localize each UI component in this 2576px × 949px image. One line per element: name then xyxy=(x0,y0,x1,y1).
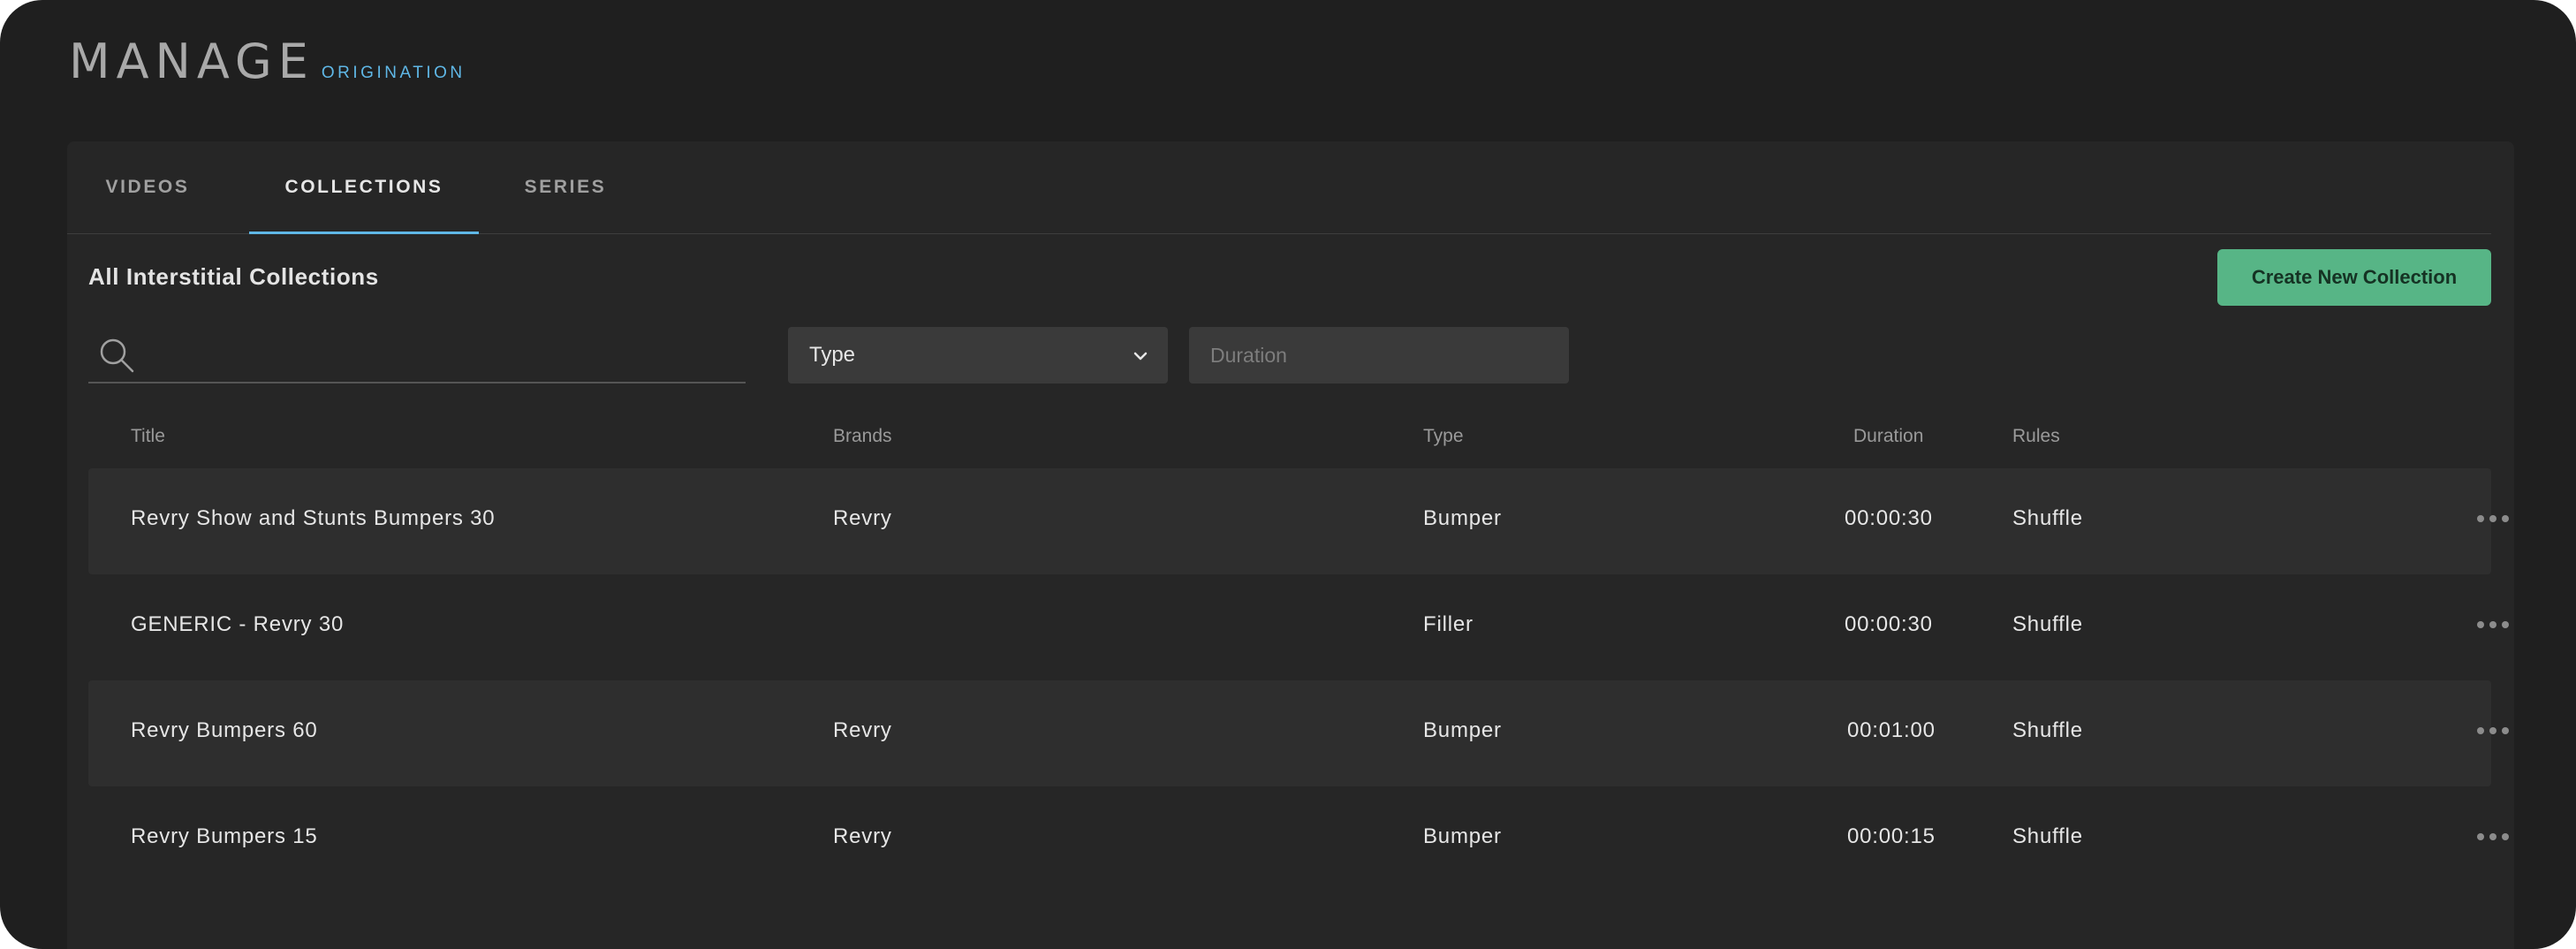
row-duration: 00:00:15 xyxy=(1847,824,1936,848)
row-brands: Revry xyxy=(833,506,892,530)
row-type: Bumper xyxy=(1423,824,1502,848)
search-input[interactable] xyxy=(147,334,733,376)
column-header-brands[interactable]: Brands xyxy=(833,426,892,447)
tab-bar: VIDEOS COLLECTIONS SERIES xyxy=(67,141,2491,234)
tab-label: VIDEOS xyxy=(105,177,190,197)
table-row[interactable]: GENERIC - Revry 30 Filler 00:00:30 Shuff… xyxy=(88,574,2509,680)
row-type: Filler xyxy=(1423,612,1474,636)
tab-collections[interactable]: COLLECTIONS xyxy=(249,141,479,234)
tab-videos[interactable]: VIDEOS xyxy=(99,141,196,233)
type-filter-value: Type xyxy=(809,343,856,367)
tab-label: COLLECTIONS xyxy=(284,177,443,197)
more-horizontal-icon[interactable] xyxy=(2477,831,2512,843)
table-row[interactable]: Revry Show and Stunts Bumpers 30 Revry B… xyxy=(88,468,2509,574)
more-horizontal-icon[interactable] xyxy=(2477,619,2512,631)
app-window: MANAGE ORIGINATION VIDEOS COLLECTIONS SE… xyxy=(0,0,2576,949)
row-type: Bumper xyxy=(1423,718,1502,742)
row-duration: 00:01:00 xyxy=(1847,718,1936,742)
more-horizontal-icon[interactable] xyxy=(2477,512,2512,525)
type-filter-select[interactable]: Type xyxy=(788,327,1168,383)
create-new-collection-button[interactable]: Create New Collection xyxy=(2217,249,2491,306)
content-panel: VIDEOS COLLECTIONS SERIES All Interstiti… xyxy=(67,141,2514,949)
tab-series[interactable]: SERIES xyxy=(512,141,618,233)
row-duration: 00:00:30 xyxy=(1845,506,1933,530)
row-rules: Shuffle xyxy=(2012,718,2083,742)
search-icon xyxy=(100,338,134,373)
row-title: GENERIC - Revry 30 xyxy=(131,612,345,636)
table-row[interactable]: Revry Bumpers 60 Revry Bumper 00:01:00 S… xyxy=(88,680,2509,786)
column-header-rules[interactable]: Rules xyxy=(2012,426,2060,447)
search-field xyxy=(88,327,746,383)
duration-filter-input[interactable] xyxy=(1189,327,1569,383)
column-header-duration[interactable]: Duration xyxy=(1853,426,1923,447)
row-rules: Shuffle xyxy=(2012,824,2083,848)
page-brand: MANAGE ORIGINATION xyxy=(69,34,466,89)
more-horizontal-icon[interactable] xyxy=(2477,725,2512,737)
row-title: Revry Bumpers 15 xyxy=(131,824,318,848)
column-header-type[interactable]: Type xyxy=(1423,426,1464,447)
chevron-down-icon xyxy=(1133,352,1148,361)
section-title: All Interstitial Collections xyxy=(88,263,379,290)
row-type: Bumper xyxy=(1423,506,1502,530)
row-title: Revry Bumpers 60 xyxy=(131,718,318,742)
row-rules: Shuffle xyxy=(2012,506,2083,530)
row-brands: Revry xyxy=(833,718,892,742)
table-row[interactable]: Revry Bumpers 15 Revry Bumper 00:00:15 S… xyxy=(88,786,2509,892)
row-title: Revry Show and Stunts Bumpers 30 xyxy=(131,506,496,530)
column-header-title[interactable]: Title xyxy=(131,426,165,447)
row-rules: Shuffle xyxy=(2012,612,2083,636)
page-title: MANAGE xyxy=(69,34,314,89)
row-brands: Revry xyxy=(833,824,892,848)
page-subtitle: ORIGINATION xyxy=(321,64,466,82)
tab-label: SERIES xyxy=(524,177,607,197)
row-duration: 00:00:30 xyxy=(1845,612,1933,636)
